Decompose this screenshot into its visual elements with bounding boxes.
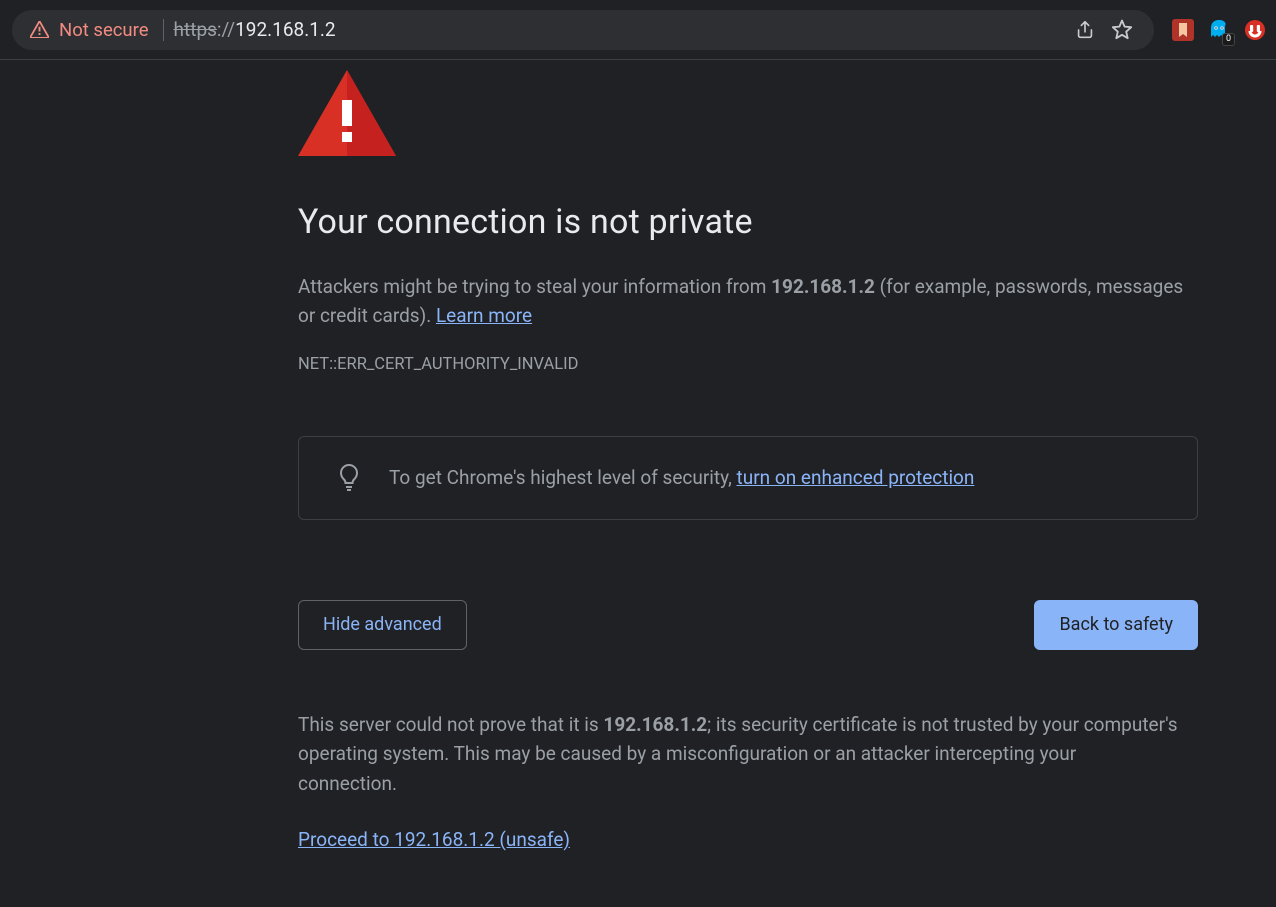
extension-badge: 0	[1222, 33, 1235, 46]
advanced-host: 192.168.1.2	[603, 713, 707, 736]
extension-1-icon[interactable]	[1172, 19, 1194, 41]
desc-host: 192.168.1.2	[771, 275, 875, 298]
url-text[interactable]: https://192.168.1.2	[174, 18, 336, 41]
button-row: Hide advanced Back to safety	[298, 600, 1198, 650]
warning-content: Your connection is not private Attackers…	[298, 70, 1198, 851]
extension-icons: 0	[1162, 19, 1266, 41]
tip-text: To get Chrome's highest level of securit…	[389, 466, 974, 489]
omnibox-actions	[1074, 18, 1148, 42]
address-bar[interactable]: Not secure https://192.168.1.2	[12, 10, 1154, 50]
learn-more-link[interactable]: Learn more	[436, 304, 532, 327]
error-code: NET::ERR_CERT_AUTHORITY_INVALID	[298, 355, 1198, 374]
lightbulb-icon	[337, 463, 361, 493]
warning-triangle-icon	[30, 21, 49, 38]
security-tip-box: To get Chrome's highest level of securit…	[298, 436, 1198, 520]
tip-before: To get Chrome's highest level of securit…	[389, 466, 737, 489]
security-chip[interactable]: Not secure	[30, 19, 164, 41]
browser-toolbar: Not secure https://192.168.1.2 0	[0, 0, 1276, 60]
advanced-before: This server could not prove that it is	[298, 713, 603, 736]
proceed-unsafe-link[interactable]: Proceed to 192.168.1.2 (unsafe)	[298, 828, 570, 851]
desc-text-before: Attackers might be trying to steal your …	[298, 275, 771, 298]
warning-description: Attackers might be trying to steal your …	[298, 272, 1198, 331]
page-title: Your connection is not private	[298, 202, 1198, 242]
advanced-details: This server could not prove that it is 1…	[298, 710, 1178, 798]
back-to-safety-button[interactable]: Back to safety	[1034, 600, 1198, 650]
security-chip-label: Not secure	[59, 19, 149, 41]
url-separator: ://	[217, 18, 235, 41]
url-protocol: https	[174, 18, 217, 41]
extension-ublock-icon[interactable]	[1244, 19, 1266, 41]
warning-triangle-icon	[298, 70, 1198, 156]
chip-separator	[163, 19, 164, 41]
extension-ghostery-icon[interactable]: 0	[1208, 19, 1230, 41]
share-icon[interactable]	[1074, 19, 1096, 41]
bookmark-star-icon[interactable]	[1110, 18, 1134, 42]
url-host: 192.168.1.2	[235, 18, 335, 41]
hide-advanced-button[interactable]: Hide advanced	[298, 600, 467, 650]
ssl-warning-page: Your connection is not private Attackers…	[0, 60, 1276, 851]
enhanced-protection-link[interactable]: turn on enhanced protection	[737, 466, 975, 489]
